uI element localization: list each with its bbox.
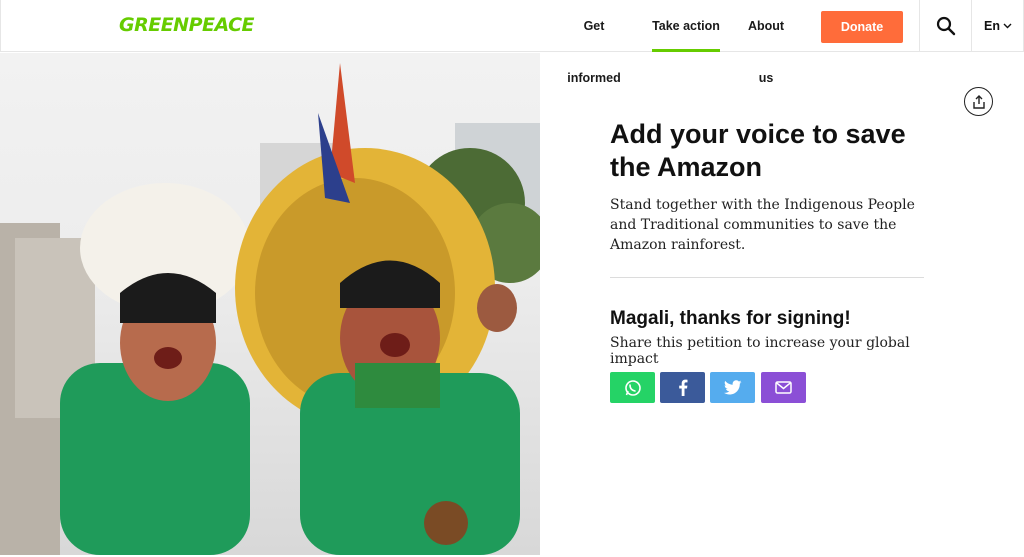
whatsapp-icon <box>624 379 641 396</box>
petition-description: Stand together with the Indigenous Peopl… <box>610 197 915 253</box>
twitter-share-button[interactable] <box>710 372 755 403</box>
search-icon <box>936 16 955 36</box>
petition-title: Add your voice to save the Amazon <box>610 119 906 182</box>
donate-button[interactable]: Donate <box>821 11 903 43</box>
email-share-button[interactable] <box>761 372 806 403</box>
language-label: En <box>984 19 1000 33</box>
language-selector[interactable]: En <box>973 0 1023 52</box>
greenpeace-logo[interactable]: GREENPEACE <box>119 14 255 36</box>
search-button[interactable] <box>919 0 972 52</box>
site-header: GREENPEACE Get informed Take action Abou… <box>0 0 1024 85</box>
twitter-icon <box>723 380 741 395</box>
whatsapp-share-button[interactable] <box>610 372 655 403</box>
share-prompt: Share this petition to increase your glo… <box>610 335 910 367</box>
facebook-icon <box>678 379 687 396</box>
thanks-heading: Magali, thanks for signing! <box>610 308 851 329</box>
facebook-share-button[interactable] <box>660 372 705 403</box>
nav-get-informed[interactable]: Get informed <box>557 0 631 85</box>
chevron-down-icon <box>1003 23 1012 29</box>
nav-about-us[interactable]: About us <box>739 0 793 85</box>
share-icon <box>972 94 985 109</box>
envelope-icon <box>775 381 792 394</box>
hero-image <box>0 53 540 555</box>
share-page-button[interactable] <box>964 87 993 116</box>
divider <box>610 277 924 278</box>
nav-take-action[interactable]: Take action <box>652 0 720 52</box>
